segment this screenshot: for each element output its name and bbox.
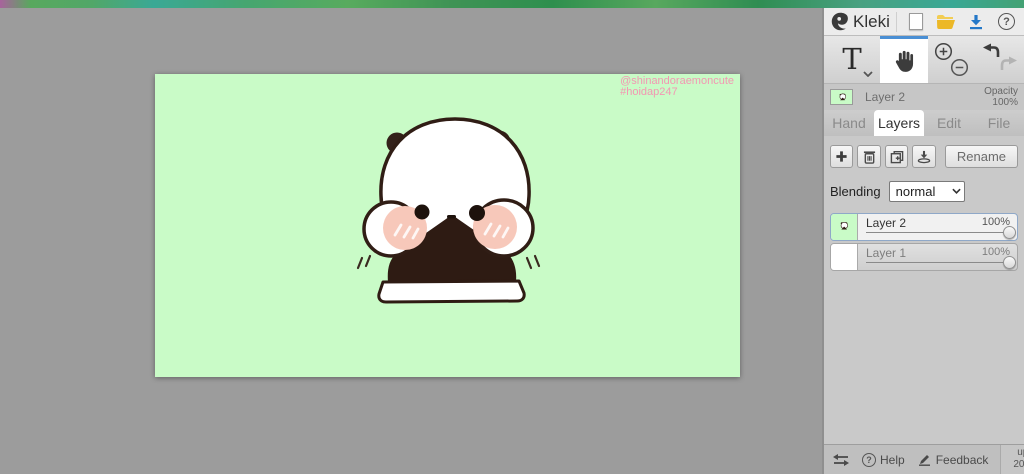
watermark-tag: #hoidap247 xyxy=(620,86,678,98)
layer2-opacity-slider[interactable] xyxy=(866,226,1016,239)
layer2-thumb-doodle xyxy=(840,221,848,230)
layer2-main: Layer 2 100% xyxy=(858,214,1017,240)
help-button[interactable]: ? xyxy=(995,10,1018,34)
layer-row-layer1[interactable]: Layer 1 100% xyxy=(830,243,1018,271)
workspace: @shinandoraemoncute #hoidap247 xyxy=(0,8,822,474)
feedback-pencil-icon xyxy=(918,455,930,466)
header-divider xyxy=(895,11,897,32)
save-download-button[interactable] xyxy=(965,10,988,34)
zoom-out-button[interactable] xyxy=(950,58,969,77)
updated-date: 2021-06-16 xyxy=(1013,459,1024,470)
open-file-button[interactable] xyxy=(935,10,958,34)
sidebar-header: Kleki ? xyxy=(824,8,1024,36)
drawing-canvas[interactable]: @shinandoraemoncute #hoidap247 xyxy=(155,74,740,377)
layer-list: Layer 2 100% Layer 1 100% xyxy=(830,213,1018,271)
blending-select[interactable]: normal xyxy=(888,181,965,202)
layer1-name: Layer 1 xyxy=(866,246,907,260)
layer1-opacity-slider[interactable] xyxy=(866,256,1016,269)
swap-ui-button[interactable] xyxy=(832,453,850,467)
content: @shinandoraemoncute #hoidap247 Kleki ? T… xyxy=(0,8,1024,474)
blending-row: Blending normal xyxy=(830,181,1018,202)
active-layer-thumbnail xyxy=(830,89,853,105)
sidebar: Kleki ? T Layer 2 Opacity 100% Hand Laye… xyxy=(822,8,1024,474)
active-layer-info: Layer 2 Opacity 100% xyxy=(824,84,1024,110)
plus-icon xyxy=(836,151,847,162)
active-layer-name: Layer 2 xyxy=(865,90,906,104)
hand-icon xyxy=(895,50,913,72)
duplicate-layer-button[interactable] xyxy=(884,145,909,168)
help-label: Help xyxy=(880,452,905,467)
hand-tool-button[interactable] xyxy=(880,36,928,83)
panda-drawing xyxy=(356,117,541,304)
tool-row: T xyxy=(824,36,1024,84)
chevron-down-icon xyxy=(863,71,873,77)
sidebar-statusbar: ? Help Feedback updated 2021-06-16 xyxy=(824,444,1024,474)
tab-hand[interactable]: Hand xyxy=(824,110,874,136)
layer-row-layer2[interactable]: Layer 2 100% xyxy=(830,213,1018,241)
updated-label: updated xyxy=(1017,447,1024,458)
opacity-label: Opacity xyxy=(984,86,1018,97)
layer2-name: Layer 2 xyxy=(866,216,907,230)
tab-file-label: File xyxy=(987,115,1011,131)
updated-info: updated 2021-06-16 xyxy=(1000,445,1024,474)
swap-arrows-icon xyxy=(833,453,849,466)
opacity-value: 100% xyxy=(992,97,1018,108)
delete-layer-button[interactable] xyxy=(857,145,881,168)
layers-panel: Rename Blending normal Layer 2 100% Laye… xyxy=(824,136,1024,444)
blending-select-wrap: normal xyxy=(888,181,965,202)
kleki-logo-icon xyxy=(831,12,848,31)
merge-layer-button[interactable] xyxy=(912,145,936,168)
browser-theme-strip xyxy=(0,0,1024,8)
layer1-thumbnail xyxy=(831,244,858,270)
rename-layer-button[interactable]: Rename xyxy=(944,145,1019,168)
layer2-slider-knob[interactable] xyxy=(1003,226,1016,239)
app-logo: Kleki xyxy=(830,11,890,32)
feedback-link[interactable]: Feedback xyxy=(917,452,989,467)
history-tools xyxy=(974,36,1024,83)
opacity-readout: Opacity 100% xyxy=(984,86,1018,108)
text-tool-glyph: T xyxy=(842,42,862,76)
help-glyph-small: ? xyxy=(866,454,872,465)
tab-file[interactable]: File xyxy=(974,110,1024,136)
folder-icon xyxy=(937,14,956,29)
new-document-icon xyxy=(909,13,924,30)
layer-thumb-doodle xyxy=(839,93,846,101)
new-image-button[interactable] xyxy=(905,10,928,34)
help-icon-small: ? xyxy=(862,452,876,467)
tab-edit-label: Edit xyxy=(936,115,962,131)
merge-down-icon xyxy=(917,150,931,163)
add-layer-button[interactable] xyxy=(830,145,854,168)
kleki-app: @shinandoraemoncute #hoidap247 Kleki ? T… xyxy=(0,0,1024,474)
rename-label: Rename xyxy=(956,149,1007,164)
redo-button[interactable] xyxy=(1000,56,1017,72)
tab-edit[interactable]: Edit xyxy=(924,110,974,136)
layer-actions: Rename xyxy=(830,145,1019,168)
feedback-label: Feedback xyxy=(935,452,989,467)
blending-label: Blending xyxy=(830,184,881,199)
duplicate-icon xyxy=(890,150,903,163)
undo-button[interactable] xyxy=(983,43,1000,59)
layer1-slider-knob[interactable] xyxy=(1003,256,1016,269)
app-title: Kleki xyxy=(853,11,890,31)
help-glyph: ? xyxy=(1003,15,1010,28)
text-tool-button[interactable]: T xyxy=(824,36,880,83)
trash-icon xyxy=(863,150,875,164)
tab-layers[interactable]: Layers xyxy=(874,110,924,136)
help-icon: ? xyxy=(997,13,1015,30)
zoom-tools xyxy=(928,36,974,83)
tab-layers-label: Layers xyxy=(877,115,921,131)
help-link[interactable]: ? Help xyxy=(862,452,905,467)
watermark: @shinandoraemoncute #hoidap247 xyxy=(620,76,734,98)
sidebar-tabs: Hand Layers Edit File xyxy=(824,110,1024,136)
layer2-thumbnail xyxy=(831,214,858,240)
download-icon xyxy=(970,14,983,29)
layer1-main: Layer 1 100% xyxy=(858,244,1017,270)
tab-hand-label: Hand xyxy=(832,115,866,131)
